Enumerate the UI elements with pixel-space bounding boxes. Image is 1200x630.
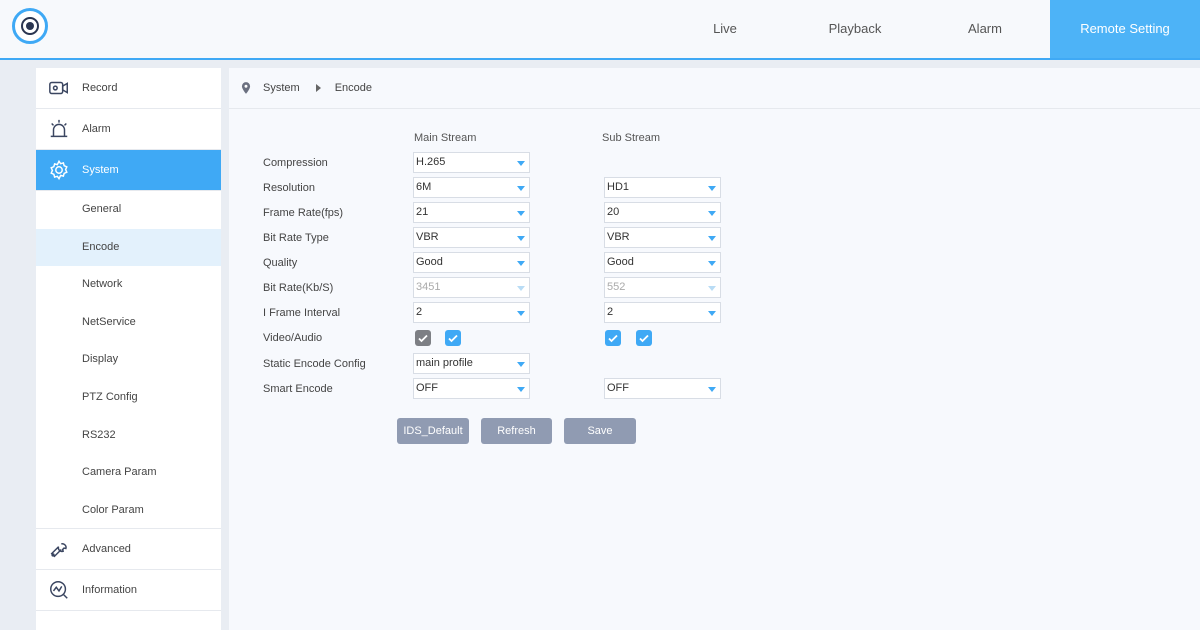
chevron-down-icon [517, 236, 525, 241]
resolution-label: Resolution [263, 182, 315, 194]
sub-stream-header: Sub Stream [602, 132, 661, 144]
sidebar-item-label: Record [82, 82, 118, 94]
chevron-down-icon [708, 186, 716, 191]
sidebar: Record Alarm System General Encode Netwo… [36, 68, 221, 630]
sidebar-subitem-camera-param[interactable]: Camera Param [36, 454, 221, 492]
quality-label: Quality [263, 257, 298, 269]
frame-rate-label: Frame Rate(fps) [263, 207, 344, 219]
sidebar-subitem-general[interactable]: General [36, 191, 221, 229]
gear-icon [36, 150, 82, 191]
sub-bit-rate-type-select[interactable]: VBR [604, 227, 721, 248]
sidebar-item-advanced[interactable]: Advanced [36, 529, 221, 571]
chevron-down-icon [708, 387, 716, 392]
sidebar-subitem-color-param[interactable]: Color Param [36, 492, 221, 530]
encode-form: Main Stream Sub Stream Compression H.265… [229, 68, 1200, 630]
sub-quality-select[interactable]: Good [604, 252, 721, 273]
top-bar: Live Playback Alarm Remote Setting [0, 0, 1200, 60]
main-nav: Live Playback Alarm Remote Setting [660, 0, 1200, 58]
main-frame-rate-select[interactable]: 21 [413, 202, 530, 223]
static-encode-config-label: Static Encode Config [263, 358, 366, 370]
bit-rate-label: Bit Rate(Kb/S) [263, 282, 334, 294]
sidebar-item-information[interactable]: Information [36, 570, 221, 612]
sidebar-item-label: System [82, 164, 119, 176]
info-chart-icon [36, 570, 82, 611]
sidebar-subitem-network[interactable]: Network [36, 266, 221, 304]
nav-live[interactable]: Live [660, 0, 790, 58]
chevron-down-icon [708, 236, 716, 241]
sidebar-subitem-netservice[interactable]: NetService [36, 304, 221, 342]
sidebar-item-system[interactable]: System [36, 150, 221, 191]
chevron-down-icon [517, 161, 525, 166]
chevron-down-icon [517, 311, 525, 316]
sidebar-subitem-encode[interactable]: Encode [36, 228, 221, 267]
main-smart-encode-select[interactable]: OFF [413, 378, 530, 399]
sub-audio-checkbox[interactable] [636, 330, 652, 346]
chevron-down-icon [708, 286, 716, 291]
compression-label: Compression [263, 157, 328, 169]
main-video-checkbox[interactable] [415, 330, 431, 346]
iframe-interval-label: I Frame Interval [263, 307, 341, 319]
nav-alarm[interactable]: Alarm [920, 0, 1050, 58]
main-quality-select[interactable]: Good [413, 252, 530, 273]
checkmark-icon [608, 334, 618, 343]
sub-smart-encode-select[interactable]: OFF [604, 378, 721, 399]
sub-frame-rate-select[interactable]: 20 [604, 202, 721, 223]
chevron-down-icon [708, 261, 716, 266]
alarm-light-icon [36, 109, 82, 150]
main-bit-rate-select: 3451 [413, 277, 530, 298]
checkmark-icon [639, 334, 649, 343]
chevron-down-icon [517, 387, 525, 392]
chevron-down-icon [517, 286, 525, 291]
camera-icon [36, 68, 82, 109]
sub-resolution-select[interactable]: HD1 [604, 177, 721, 198]
chevron-down-icon [708, 211, 716, 216]
main-bit-rate-type-select[interactable]: VBR [413, 227, 530, 248]
nav-playback[interactable]: Playback [790, 0, 920, 58]
sidebar-item-label: Alarm [82, 123, 111, 135]
chevron-down-icon [517, 261, 525, 266]
checkmark-icon [418, 334, 428, 343]
sub-iframe-interval-select[interactable]: 2 [604, 302, 721, 323]
chevron-down-icon [517, 211, 525, 216]
nav-remote-setting[interactable]: Remote Setting [1050, 0, 1200, 58]
chevron-down-icon [517, 186, 525, 191]
main-compression-select[interactable]: H.265 [413, 152, 530, 173]
sidebar-item-alarm[interactable]: Alarm [36, 109, 221, 150]
sidebar-item-label: Advanced [82, 543, 131, 556]
main-stream-header: Main Stream [414, 132, 477, 144]
chevron-down-icon [517, 362, 525, 367]
video-audio-label: Video/Audio [263, 332, 323, 344]
sidebar-subitem-rs232[interactable]: RS232 [36, 417, 221, 455]
sub-bit-rate-select: 552 [604, 277, 721, 298]
bit-rate-type-label: Bit Rate Type [263, 232, 329, 244]
sidebar-subitem-display[interactable]: Display [36, 341, 221, 379]
main-static-encode-select[interactable]: main profile [413, 353, 530, 374]
checkmark-icon [448, 334, 458, 343]
sidebar-subitem-ptz-config[interactable]: PTZ Config [36, 379, 221, 417]
chevron-down-icon [708, 311, 716, 316]
logo-icon [12, 8, 48, 44]
wrench-icon [36, 529, 82, 570]
default-button[interactable]: IDS_Default [397, 418, 469, 444]
main-panel: System Encode Main Stream Sub Stream Com… [229, 68, 1200, 630]
main-audio-checkbox[interactable] [445, 330, 461, 346]
refresh-button[interactable]: Refresh [481, 418, 552, 444]
save-button[interactable]: Save [564, 418, 636, 444]
main-resolution-select[interactable]: 6M [413, 177, 530, 198]
main-iframe-interval-select[interactable]: 2 [413, 302, 530, 323]
smart-encode-label: Smart Encode [263, 383, 333, 395]
sidebar-item-record[interactable]: Record [36, 68, 221, 109]
sidebar-item-label: Information [82, 584, 138, 597]
sub-video-checkbox[interactable] [605, 330, 621, 346]
